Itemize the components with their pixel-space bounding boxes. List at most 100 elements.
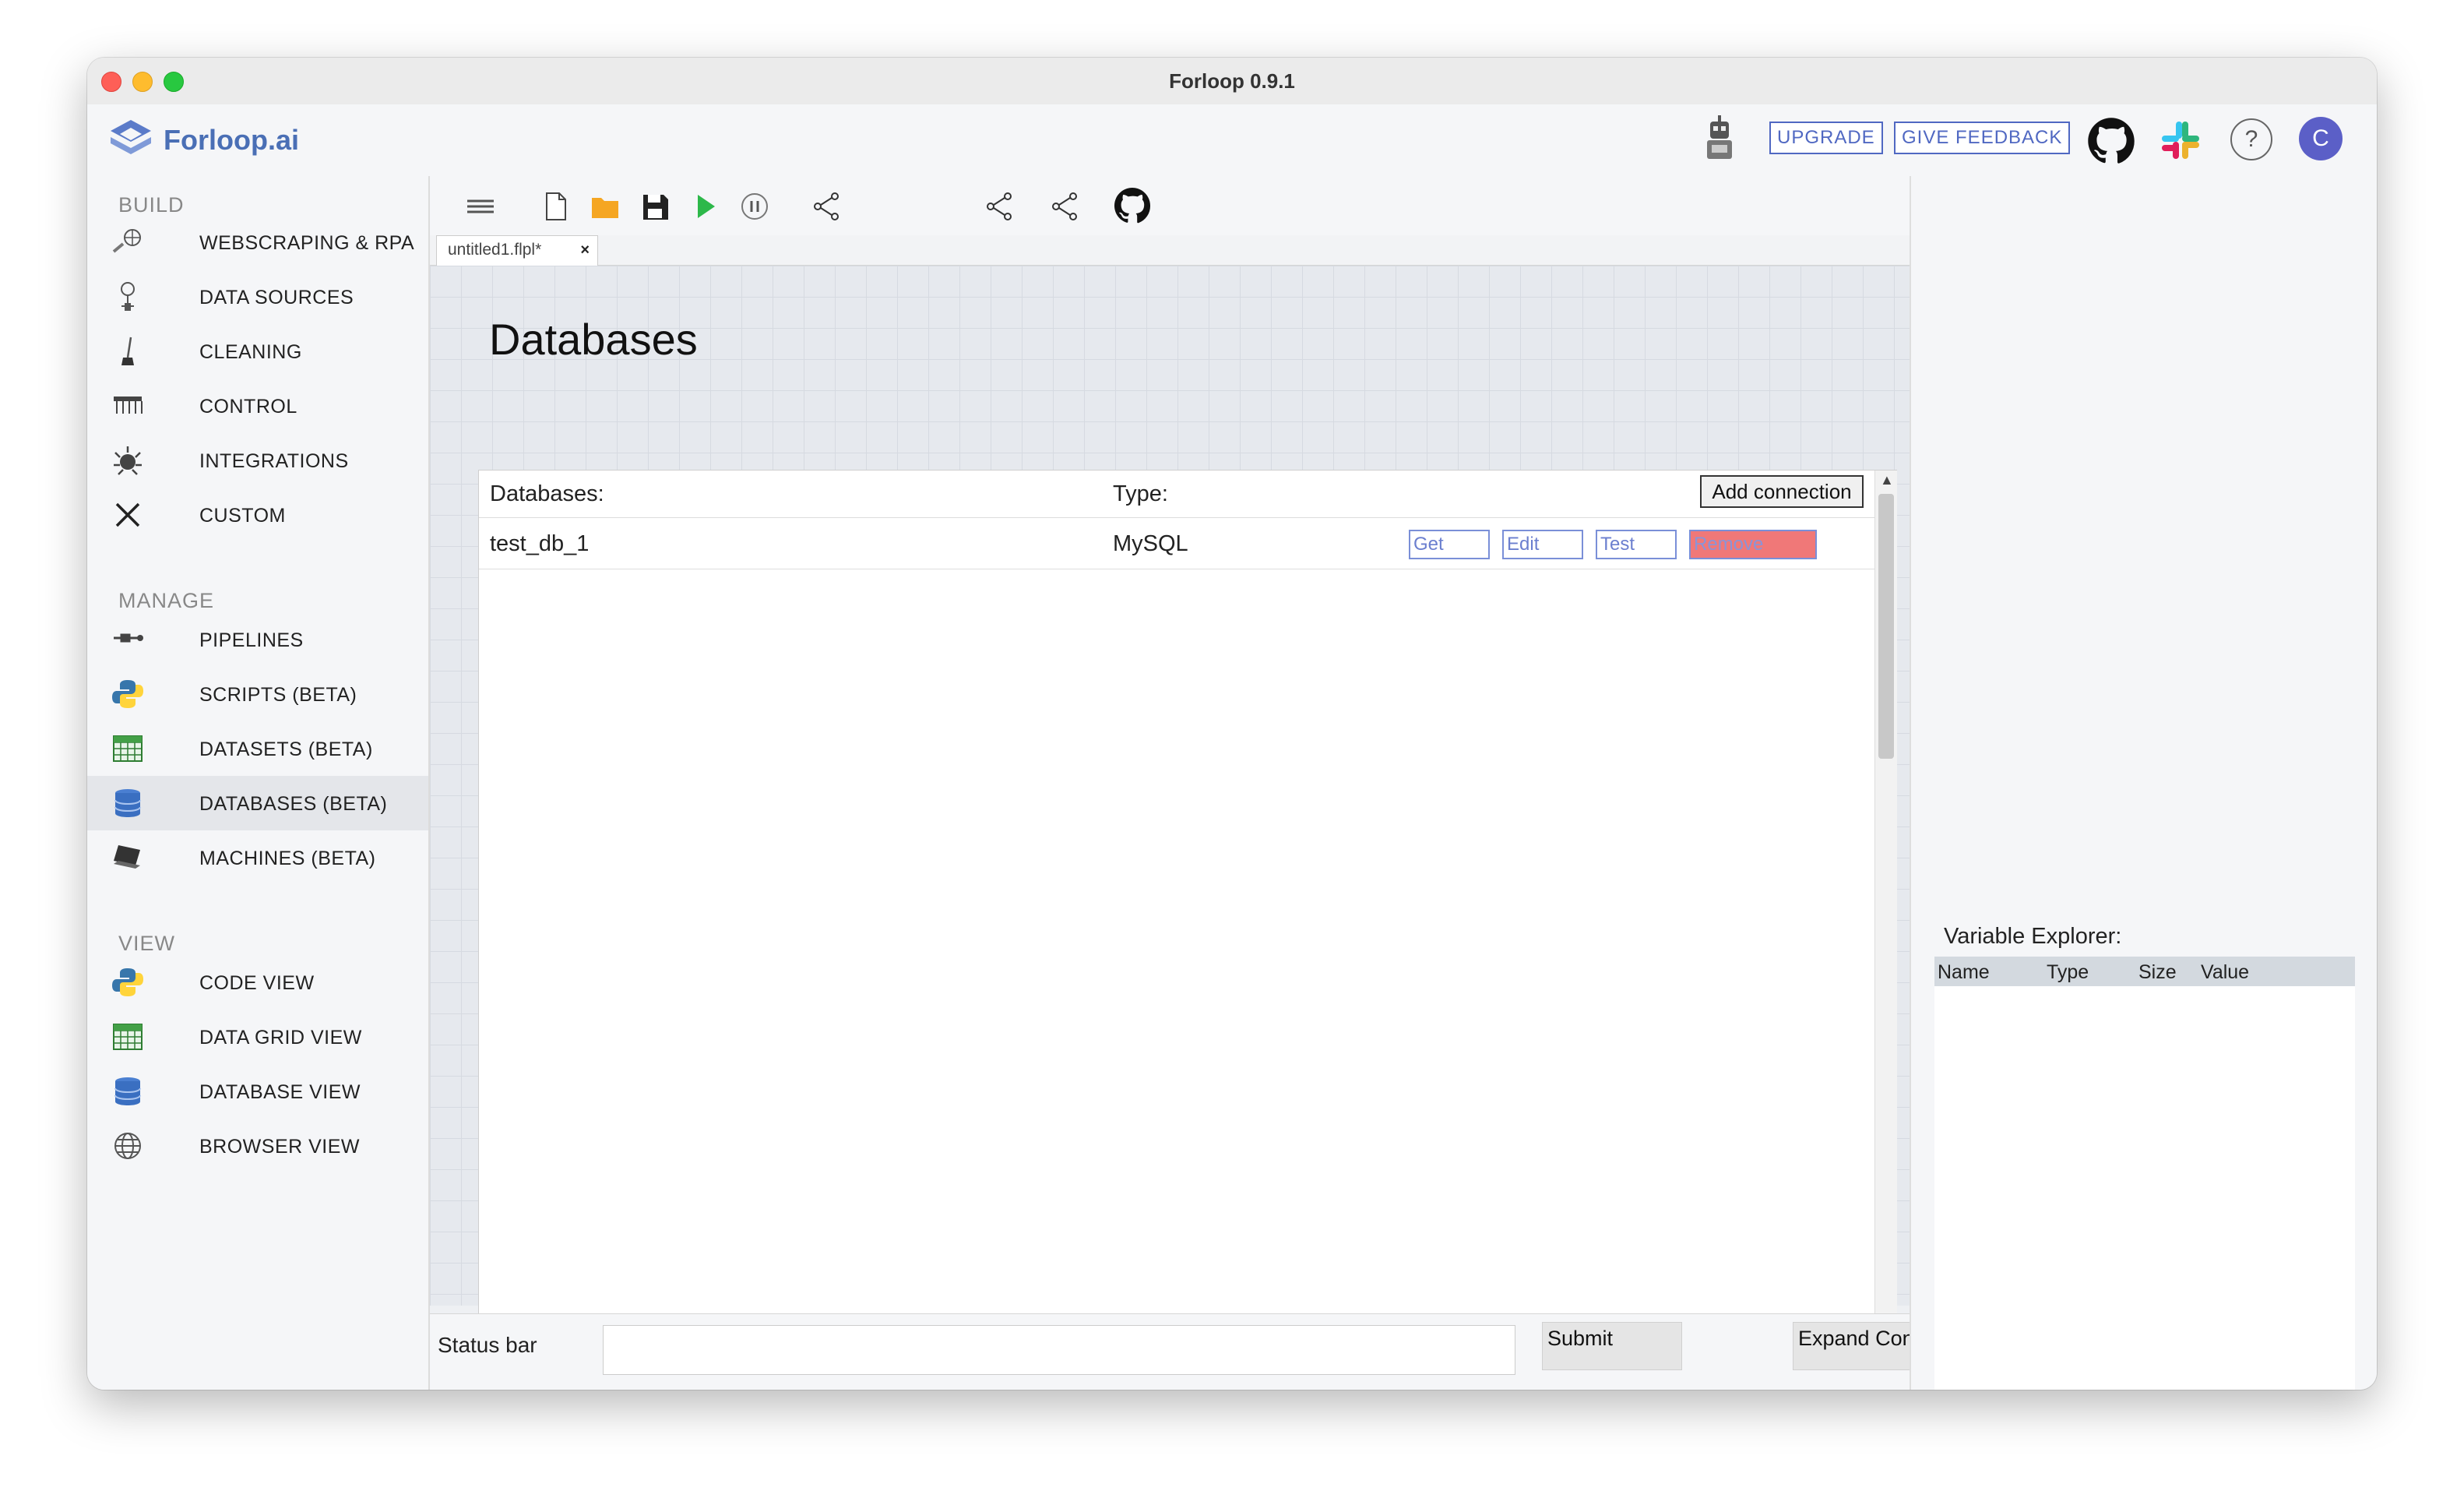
sidebar-item-webscraping[interactable]: WEBSCRAPING & RPA — [87, 215, 428, 270]
sidebar-item-cleaning[interactable]: CLEANING — [87, 324, 428, 379]
section-title-build: BUILD — [118, 193, 185, 217]
sidebar-item-label: CLEANING — [199, 341, 302, 363]
menu-icon[interactable] — [464, 190, 497, 223]
variable-explorer-title: Variable Explorer: — [1944, 924, 2122, 949]
column-header-type: Type: — [1113, 481, 1168, 506]
sidebar-item-label: MACHINES (BETA) — [199, 848, 376, 869]
share-icon-2[interactable] — [983, 190, 1016, 223]
column-header-name: Name — [1938, 961, 1990, 983]
tools-icon — [115, 502, 140, 527]
control-icon — [114, 397, 143, 414]
save-icon[interactable] — [639, 190, 671, 223]
maximize-window-button[interactable] — [164, 72, 184, 92]
page-title: Databases — [489, 315, 698, 364]
github-icon[interactable] — [2087, 117, 2135, 165]
sidebar-item-database-view[interactable]: DATABASE VIEW — [87, 1064, 428, 1119]
scroll-thumb[interactable] — [1878, 494, 1894, 759]
sidebar-item-label: BROWSER VIEW — [199, 1136, 361, 1158]
variable-explorer-panel: Variable Explorer: Name Type Size Value — [1910, 176, 2377, 1390]
logo[interactable]: Forloop.ai — [107, 117, 299, 164]
sidebar-item-control[interactable]: CONTROL — [87, 379, 428, 433]
database-icon — [114, 1077, 141, 1105]
console-input[interactable] — [603, 1325, 1515, 1375]
add-connection-button[interactable]: Add connection — [1700, 475, 1864, 508]
status-bar-label: Status bar — [438, 1333, 537, 1357]
column-header-size: Size — [2138, 961, 2177, 983]
webscraping-icon — [112, 229, 141, 253]
main-area: untitled1.flpl* × Databases Databases: T… — [430, 176, 1978, 1390]
remove-button[interactable]: Remove — [1689, 530, 1817, 559]
integrations-icon — [114, 446, 142, 475]
test-button[interactable]: Test — [1596, 530, 1677, 559]
database-name: test_db_1 — [490, 531, 590, 556]
python-icon — [112, 968, 143, 996]
sidebar-item-label: DATABASE VIEW — [199, 1081, 361, 1103]
sidebar-item-integrations[interactable]: INTEGRATIONS — [87, 433, 428, 488]
sidebar-item-label: DATA SOURCES — [199, 287, 354, 308]
submit-button[interactable]: Submit — [1542, 1322, 1682, 1370]
sidebar-item-code-view[interactable]: CODE VIEW — [87, 955, 428, 1010]
workspace-canvas: Databases Databases: Type: Add connectio… — [430, 266, 1910, 1390]
variable-explorer-table: Name Type Size Value — [1934, 957, 2355, 1390]
section-title-view: VIEW — [118, 932, 176, 955]
database-type: MySQL — [1113, 531, 1188, 556]
user-avatar[interactable]: C — [2299, 117, 2343, 160]
sidebar-item-data-sources[interactable]: DATA SOURCES — [87, 270, 428, 324]
laptop-icon — [114, 845, 140, 869]
tab-label: untitled1.flpl* — [448, 241, 542, 259]
column-header-value: Value — [2201, 961, 2250, 983]
window-title: Forloop 0.9.1 — [1169, 69, 1295, 93]
scrollbar[interactable]: ▲ — [1874, 471, 1897, 1390]
share-icon-3[interactable] — [1048, 190, 1081, 223]
sidebar-item-data-grid-view[interactable]: DATA GRID VIEW — [87, 1010, 428, 1064]
give-feedback-button[interactable]: GIVE FEEDBACK — [1894, 122, 2071, 154]
upgrade-button[interactable]: UPGRADE — [1769, 122, 1883, 154]
new-file-icon[interactable] — [539, 190, 572, 223]
slack-icon[interactable] — [2159, 118, 2202, 162]
column-header-type: Type — [2047, 961, 2089, 983]
broom-icon — [121, 337, 134, 365]
sidebar-item-datasets[interactable]: DATASETS (BETA) — [87, 721, 428, 776]
sidebar-item-machines[interactable]: MACHINES (BETA) — [87, 830, 428, 885]
tab-close-icon[interactable]: × — [580, 236, 590, 264]
sidebar-item-browser-view[interactable]: BROWSER VIEW — [87, 1119, 428, 1173]
minimize-window-button[interactable] — [132, 72, 153, 92]
section-title-manage: MANAGE — [118, 589, 215, 612]
table-header: Databases: Type: Add connection — [479, 471, 1874, 518]
share-icon[interactable] — [810, 190, 843, 223]
python-icon — [112, 680, 143, 708]
sidebar-item-label: SCRIPTS (BETA) — [199, 684, 357, 706]
sidebar: BUILD WEBSCRAPING & RPA DATA SOURCES CLE… — [87, 176, 430, 1390]
close-window-button[interactable] — [101, 72, 121, 92]
edit-button[interactable]: Edit — [1502, 530, 1583, 559]
sidebar-item-scripts[interactable]: SCRIPTS (BETA) — [87, 667, 428, 721]
sidebar-item-label: INTEGRATIONS — [199, 450, 349, 472]
sidebar-item-label: CUSTOM — [199, 505, 286, 527]
sidebar-item-custom[interactable]: CUSTOM — [87, 488, 428, 542]
status-bar: Status bar Submit Expand Console — [430, 1313, 1978, 1390]
play-icon[interactable] — [688, 190, 721, 223]
github-toolbar-icon[interactable] — [1114, 187, 1151, 224]
app-window: Forloop 0.9.1 Forloop.ai UPGRADE GIVE FE… — [87, 58, 2377, 1390]
pause-icon[interactable] — [738, 190, 771, 223]
grid-icon — [113, 735, 143, 762]
sidebar-item-pipelines[interactable]: PIPELINES — [87, 612, 428, 667]
sidebar-item-label: DATA GRID VIEW — [199, 1027, 362, 1049]
robot-mascot-icon[interactable] — [1701, 114, 1738, 164]
sidebar-item-label: CONTROL — [199, 396, 297, 418]
pipelines-icon — [114, 633, 143, 643]
open-folder-icon[interactable] — [589, 190, 621, 223]
help-button[interactable]: ? — [2230, 118, 2272, 160]
column-header-databases: Databases: — [490, 481, 604, 506]
sidebar-item-databases[interactable]: DATABASES (BETA) — [87, 776, 428, 830]
database-icon — [114, 789, 141, 817]
globe-icon — [114, 1133, 141, 1159]
tab-untitled1[interactable]: untitled1.flpl* × — [436, 235, 598, 266]
get-button[interactable]: Get — [1409, 530, 1490, 559]
scroll-up-icon[interactable]: ▲ — [1880, 472, 1894, 488]
variable-explorer-header: Name Type Size Value — [1934, 957, 2355, 986]
sidebar-item-label: DATASETS (BETA) — [199, 738, 373, 760]
title-bar: Forloop 0.9.1 — [87, 58, 2377, 105]
forloop-logo-icon — [111, 120, 151, 154]
sidebar-item-label: WEBSCRAPING & RPA — [199, 232, 415, 254]
